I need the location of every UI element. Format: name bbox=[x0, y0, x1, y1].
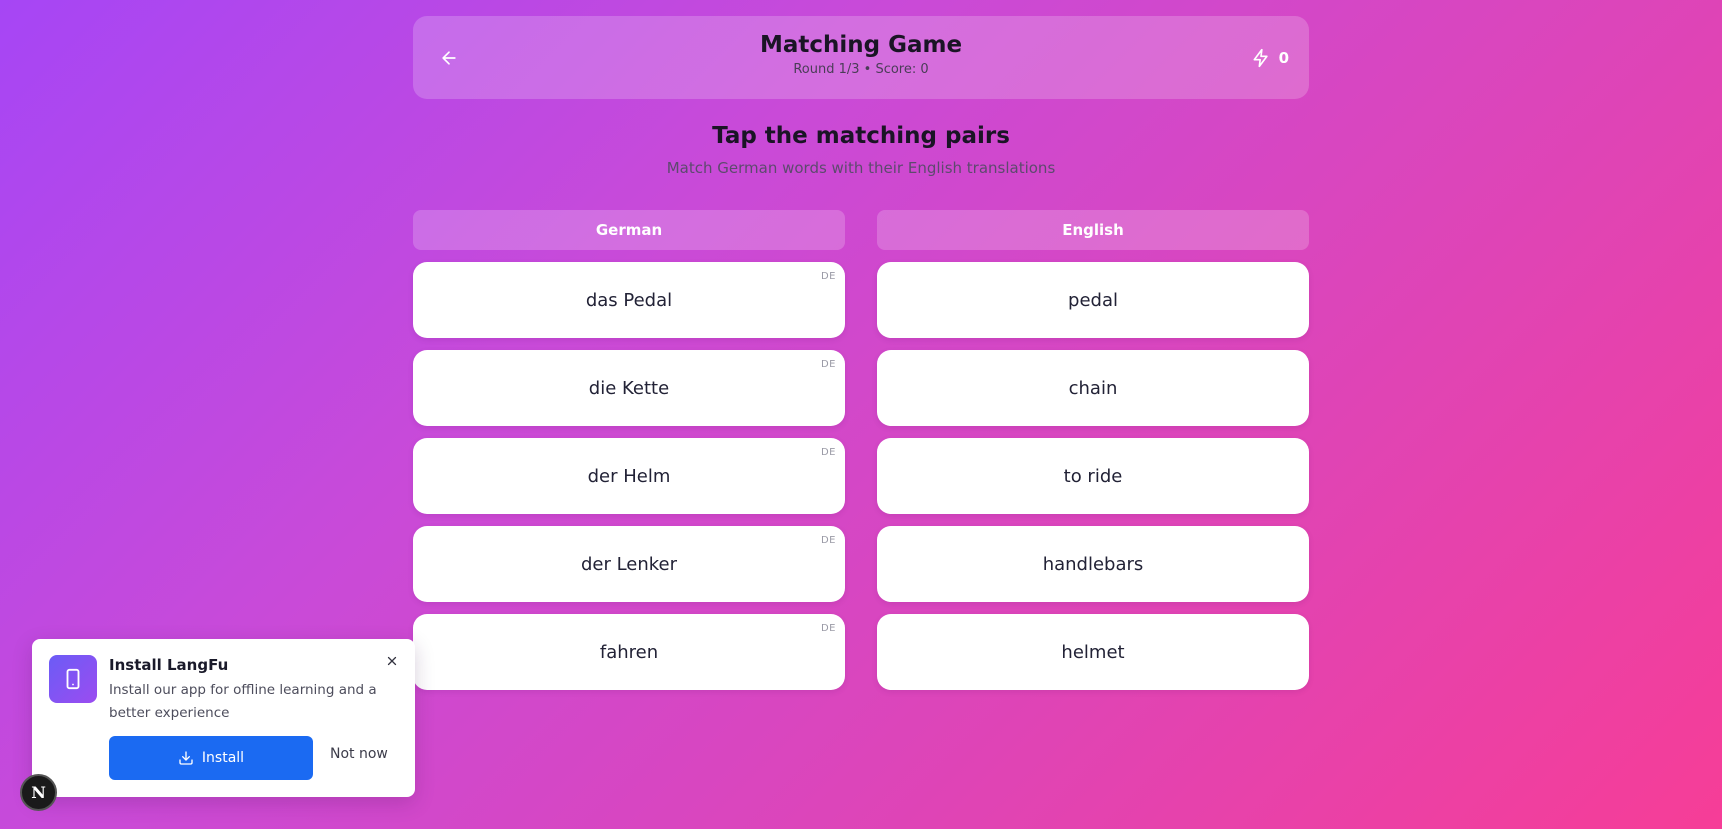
english-word-card[interactable]: chain bbox=[877, 350, 1309, 426]
language-tag: DE bbox=[820, 271, 836, 282]
english-column-header: English bbox=[877, 210, 1309, 250]
round-score-status: Round 1/3 • Score: 0 bbox=[793, 62, 929, 77]
close-icon bbox=[387, 656, 397, 666]
german-column-header: German bbox=[413, 210, 845, 250]
german-word-card[interactable]: der Helm DE bbox=[413, 438, 845, 514]
streak-counter: 0 bbox=[1251, 48, 1289, 68]
language-tag: DE bbox=[820, 535, 836, 546]
card-word: to ride bbox=[1063, 465, 1123, 487]
english-word-card[interactable]: handlebars bbox=[877, 526, 1309, 602]
install-button-label: Install bbox=[201, 750, 245, 766]
popup-title: Install LangFu bbox=[109, 656, 229, 674]
streak-count: 0 bbox=[1278, 48, 1289, 67]
install-app-popup: Install LangFu Install our app for offli… bbox=[32, 639, 415, 797]
german-word-card[interactable]: die Kette DE bbox=[413, 350, 845, 426]
card-word: pedal bbox=[1068, 289, 1118, 311]
lightning-icon bbox=[1253, 48, 1268, 67]
card-word: fahren bbox=[599, 641, 659, 663]
smartphone-icon bbox=[66, 668, 80, 690]
card-word: helmet bbox=[1061, 641, 1125, 663]
english-column: English pedal chain to ride handlebars h… bbox=[877, 210, 1309, 702]
card-word: der Lenker bbox=[580, 553, 678, 575]
header-text: Matching Game Round 1/3 • Score: 0 bbox=[413, 30, 1309, 77]
card-word: der Helm bbox=[587, 465, 671, 487]
arrow-left-icon bbox=[442, 50, 456, 65]
card-word: das Pedal bbox=[585, 289, 673, 311]
download-icon bbox=[179, 751, 193, 765]
card-word: chain bbox=[1068, 377, 1118, 399]
instructions: Tap the matching pairs Match German word… bbox=[413, 120, 1309, 177]
german-word-card[interactable]: der Lenker DE bbox=[413, 526, 845, 602]
language-tag: DE bbox=[820, 623, 836, 634]
install-button[interactable]: Install bbox=[109, 736, 313, 780]
english-word-card[interactable]: to ride bbox=[877, 438, 1309, 514]
game-header: Matching Game Round 1/3 • Score: 0 0 bbox=[413, 16, 1309, 99]
not-now-button[interactable]: Not now bbox=[330, 746, 388, 762]
language-tag: DE bbox=[820, 447, 836, 458]
german-word-card[interactable]: fahren DE bbox=[413, 614, 845, 690]
page-title: Matching Game bbox=[759, 32, 963, 58]
english-word-card[interactable]: pedal bbox=[877, 262, 1309, 338]
back-button[interactable] bbox=[433, 42, 465, 74]
close-popup-button[interactable] bbox=[383, 652, 401, 670]
german-column: German das Pedal DE die Kette DE der Hel… bbox=[413, 210, 845, 702]
instructions-title: Tap the matching pairs bbox=[712, 123, 1010, 149]
german-word-card[interactable]: das Pedal DE bbox=[413, 262, 845, 338]
card-word: die Kette bbox=[588, 377, 670, 399]
instructions-subtitle: Match German words with their English tr… bbox=[666, 159, 1056, 177]
english-word-card[interactable]: helmet bbox=[877, 614, 1309, 690]
dev-tools-badge[interactable]: N bbox=[20, 774, 57, 811]
popup-description: Install our app for offline learning and… bbox=[109, 682, 377, 721]
app-icon bbox=[49, 655, 97, 703]
language-tag: DE bbox=[820, 359, 836, 370]
card-word: handlebars bbox=[1042, 553, 1144, 575]
